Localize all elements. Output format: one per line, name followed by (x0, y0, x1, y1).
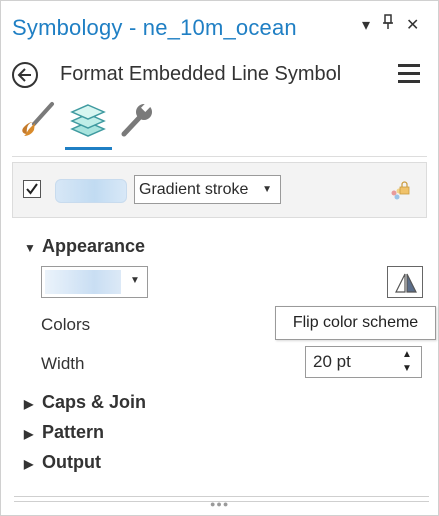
colors-label: Colors (41, 315, 91, 334)
symbol-layer-type-select[interactable]: Gradient stroke ▼ (134, 175, 281, 204)
active-tab-indicator (65, 147, 112, 150)
section-label: Output (42, 452, 101, 472)
flip-tooltip: Flip color scheme (275, 306, 436, 340)
symbol-layer-type-value: Gradient stroke (139, 181, 249, 198)
pattern-section-header[interactable]: ▶ Pattern (24, 422, 104, 443)
tab-layers[interactable] (68, 100, 110, 144)
divider (12, 156, 427, 157)
wrench-icon (121, 102, 152, 137)
layers-icon (70, 104, 106, 137)
section-label: Pattern (42, 422, 105, 442)
section-label: Caps & Join (42, 392, 147, 412)
appearance-heading: Appearance (42, 236, 146, 256)
layer-visibility-checkbox[interactable] (23, 180, 41, 198)
paintbrush-icon (22, 102, 54, 136)
dropdown-caret-icon: ▼ (130, 275, 140, 286)
caps-join-section-header[interactable]: ▶ Caps & Join (24, 392, 146, 413)
symbol-layer-row[interactable]: Gradient stroke ▼ (12, 162, 427, 218)
close-icon[interactable]: ✕ (406, 15, 419, 35)
pane-title: Symbology - ne_10m_ocean (12, 15, 297, 40)
dropdown-caret-icon: ▼ (262, 184, 272, 195)
width-label: Width (41, 354, 85, 373)
decrement-icon[interactable]: ▼ (402, 363, 412, 374)
chevron-right-icon: ▶ (24, 457, 34, 471)
hamburger-menu-icon[interactable] (398, 64, 420, 84)
output-section-header[interactable]: ▶ Output (24, 452, 101, 473)
symbol-layer-swatch[interactable] (55, 179, 127, 203)
flip-color-scheme-button[interactable] (387, 266, 423, 298)
color-lock-icon[interactable] (387, 179, 411, 203)
flip-icon (395, 273, 417, 293)
color-scheme-preview (45, 270, 121, 294)
chevron-right-icon: ▶ (24, 397, 34, 411)
increment-icon[interactable]: ▲ (402, 349, 412, 360)
subheader-title: Format Embedded Line Symbol (60, 63, 342, 85)
pane-menu-icon[interactable]: ▾ (362, 15, 370, 35)
chevron-down-icon: ▼ (24, 241, 36, 255)
color-scheme-select[interactable]: ▼ (41, 266, 148, 298)
back-button[interactable] (12, 62, 38, 88)
tab-structure[interactable] (116, 100, 158, 144)
resize-grip-icon[interactable]: ●●● (210, 499, 229, 509)
checkmark-icon (26, 183, 38, 195)
tab-properties[interactable] (18, 100, 60, 144)
chevron-right-icon: ▶ (24, 427, 34, 441)
pin-icon[interactable] (382, 14, 394, 35)
pane-controls: ▾ ✕ (362, 14, 419, 35)
appearance-section-header[interactable]: ▼ Appearance (24, 236, 145, 257)
back-arrow-icon (17, 68, 31, 82)
